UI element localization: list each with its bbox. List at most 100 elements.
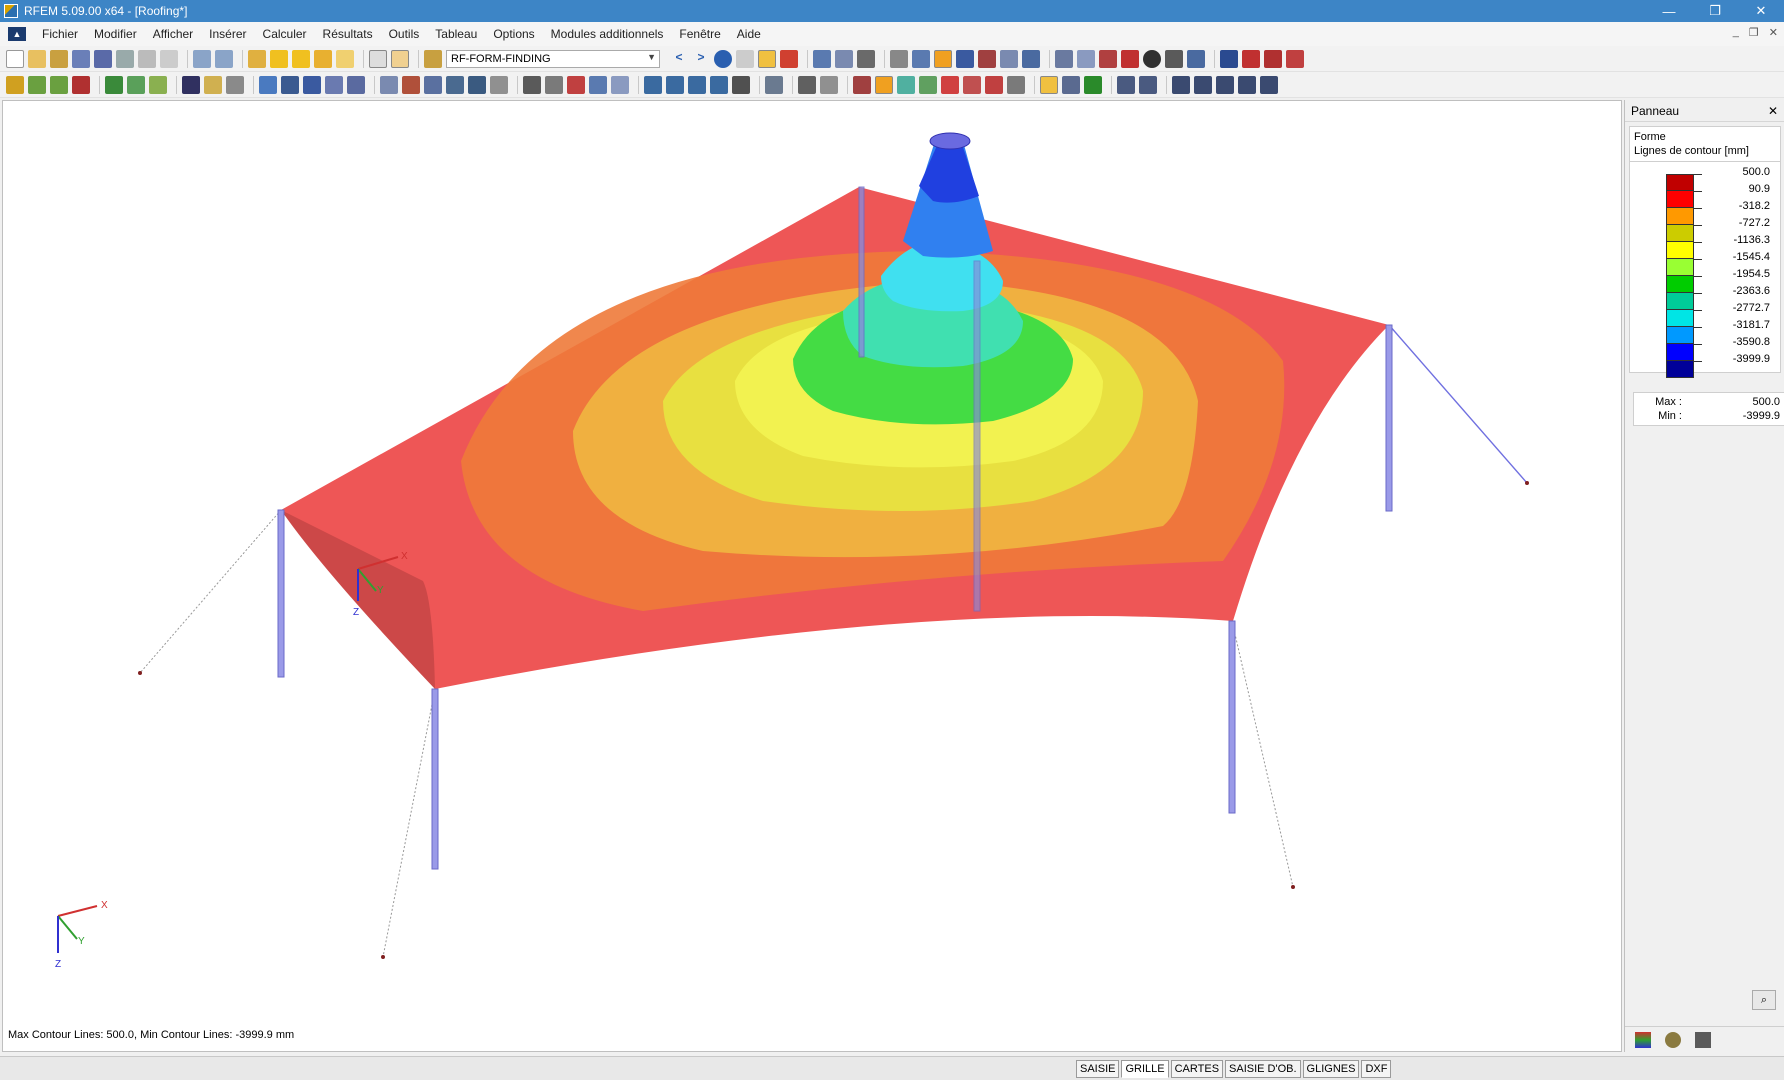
load-icon[interactable] [182,75,200,94]
select-window-icon[interactable] [281,75,299,94]
result-table-icon[interactable] [1007,75,1025,94]
new-node-icon[interactable] [6,75,24,94]
open-project-icon[interactable] [50,49,68,68]
view-3d-icon[interactable] [956,49,974,68]
menu-outils[interactable]: Outils [381,27,428,41]
doc-close-button[interactable]: ✕ [1769,26,1778,39]
zoom-legend-icon[interactable]: ⌕ [1752,990,1776,1010]
panel-toggle-icon[interactable] [391,49,409,68]
array-icon[interactable] [468,75,486,94]
view-z-icon[interactable] [688,75,706,94]
layout-6-icon[interactable] [1238,75,1256,94]
wireframe-icon[interactable] [545,75,563,94]
settings-icon[interactable] [1165,49,1183,68]
dimension-icon[interactable] [226,75,244,94]
render-icon[interactable] [523,75,541,94]
move-icon[interactable] [380,75,398,94]
maximize-button[interactable]: ❐ [1692,0,1738,22]
select-all-icon[interactable] [303,75,321,94]
status-toggle-dxf[interactable]: DXF [1361,1060,1392,1078]
previous-icon[interactable]: < [670,50,688,68]
next-icon[interactable]: > [692,50,710,68]
section-results-icon[interactable] [963,75,981,94]
new-line-icon[interactable] [28,75,46,94]
minimize-button[interactable]: — [1646,0,1692,22]
filter-tab-icon[interactable] [1695,1031,1711,1048]
model-viewport[interactable]: X Y Z X Y Z Max Contour Lines: 500.0, Mi… [2,100,1622,1052]
camera-icon[interactable] [1143,49,1161,68]
print-report-icon[interactable] [116,49,134,68]
explode-icon[interactable] [490,75,508,94]
copy-icon[interactable] [446,75,464,94]
section-icon[interactable] [835,49,853,68]
open-folder-icon[interactable] [28,49,46,68]
animation-icon[interactable] [813,49,831,68]
surface-icon[interactable] [105,75,123,94]
panel-close-icon[interactable]: ✕ [1768,104,1778,118]
save-icon[interactable] [94,49,112,68]
clipboard-icon[interactable] [336,49,354,68]
menu-options[interactable]: Options [485,27,542,41]
warning-icon[interactable] [1099,49,1117,68]
load-generator-icon[interactable] [204,75,222,94]
new-support-icon[interactable] [72,75,90,94]
export-icon[interactable] [1220,49,1238,68]
module-combo[interactable]: RF-FORM-FINDING ▼ [446,49,660,68]
comment-icon[interactable] [314,49,332,68]
table-icon[interactable] [369,49,387,68]
menu-resultats[interactable]: Résultats [315,27,381,41]
support-reactions-icon[interactable] [985,75,1003,94]
display-icon[interactable] [765,75,783,94]
factors-tab-icon[interactable] [1665,1031,1681,1048]
layout-4-icon[interactable] [1194,75,1212,94]
doc-minimize-button[interactable]: _ [1733,26,1739,39]
zoom-icon[interactable] [270,49,288,68]
layout-7-icon[interactable] [1260,75,1278,94]
edit-icon[interactable] [248,49,266,68]
menu-afficher[interactable]: Afficher [145,27,201,41]
view-iso-icon[interactable] [710,75,728,94]
view-y-icon[interactable] [666,75,684,94]
values-on-surface-icon[interactable] [919,75,937,94]
redo-icon[interactable] [215,49,233,68]
document-menu-icon[interactable]: ▲ [8,27,26,41]
pdf-icon[interactable] [1286,49,1304,68]
status-toggle-saisie[interactable]: SAISIE [1076,1060,1120,1078]
new-member-icon[interactable] [50,75,68,94]
layout-2-icon[interactable] [1139,75,1157,94]
results-icon[interactable] [714,49,732,68]
measure-icon[interactable] [798,75,816,94]
cube-icon[interactable] [589,75,607,94]
views-icon[interactable] [611,75,629,94]
status-toggle-grille[interactable]: GRILLE [1121,1060,1169,1078]
panel-icon[interactable] [1040,75,1058,94]
print-graphic-icon[interactable] [160,49,178,68]
save-all-icon[interactable] [72,49,90,68]
color-legend[interactable]: 500.0 90.9 -318.2 -727.2 -1136.3 -1545.4 -1954… [1630,166,1780,378]
surface-set-icon[interactable] [127,75,145,94]
menu-fenetre[interactable]: Fenêtre [671,27,728,41]
filter-icon[interactable] [1187,49,1205,68]
scale-icon[interactable] [780,49,798,68]
view-active-icon[interactable] [934,49,952,68]
menu-aide[interactable]: Aide [729,27,769,41]
mirror-icon[interactable] [424,75,442,94]
node-icon[interactable] [1055,49,1073,68]
color-scale-icon[interactable] [1062,75,1080,94]
release-icon[interactable] [1000,49,1018,68]
menu-inserer[interactable]: Insérer [201,27,254,41]
status-toggle-cartes[interactable]: CARTES [1170,1060,1224,1078]
deformation-icon[interactable] [853,75,871,94]
menu-modules-additionnels[interactable]: Modules additionnels [543,27,672,41]
print-icon[interactable] [138,49,156,68]
doc-restore-button[interactable]: ❐ [1749,26,1759,39]
target-icon[interactable] [292,49,310,68]
visibility-icon[interactable] [347,75,365,94]
layout-5-icon[interactable] [1216,75,1234,94]
line-icon[interactable] [1077,49,1095,68]
menu-calculer[interactable]: Calculer [255,27,315,41]
hide-icon[interactable] [567,75,585,94]
undo-icon[interactable] [193,49,211,68]
layout-1-icon[interactable] [1117,75,1135,94]
select-icon[interactable] [259,75,277,94]
